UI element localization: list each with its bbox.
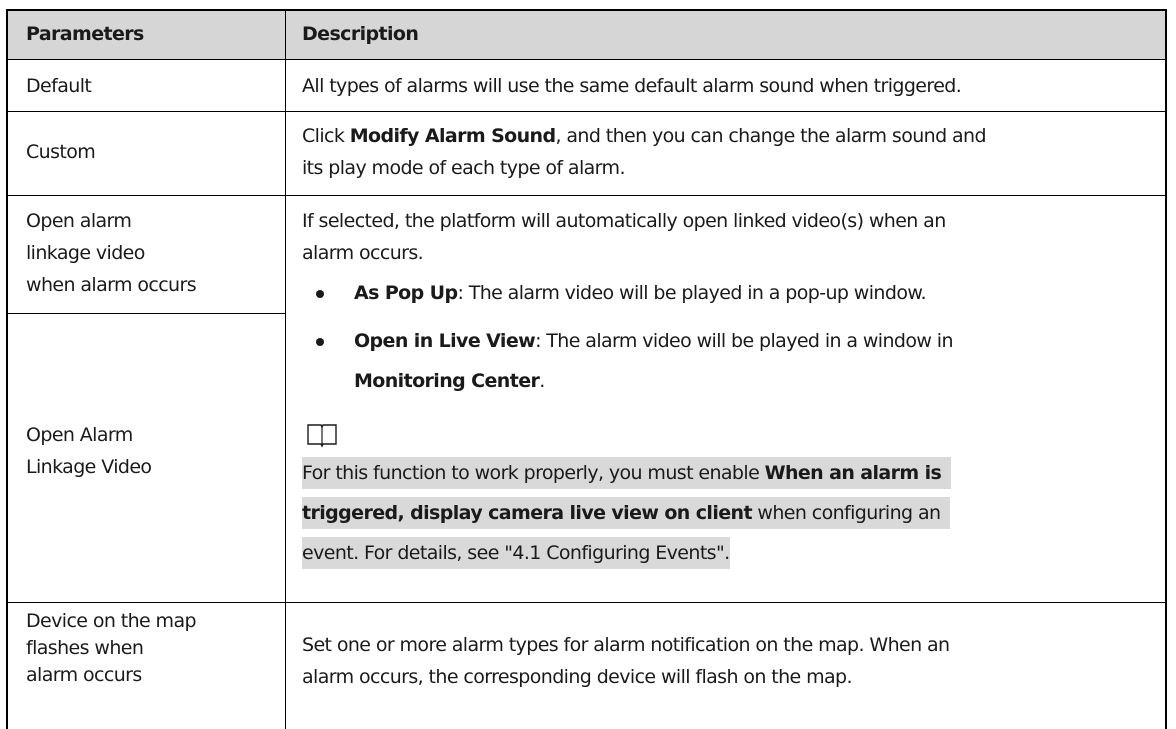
row-divider [6, 59, 1167, 60]
parameters-table: Parameters Description Default All types… [6, 9, 1167, 729]
note-bold: triggered, display camera live view on c… [302, 502, 753, 524]
bullet-open-in-live-view: Open in Live View: The alarm video will … [302, 325, 1157, 397]
row-divider [6, 195, 1167, 196]
param-custom: Custom [26, 141, 96, 163]
desc-custom-line2: its play mode of each type of alarm. [302, 157, 626, 179]
bullet-as-pop-up: As Pop Up: The alarm video will be playe… [302, 277, 1157, 309]
bullet-dot [316, 338, 324, 346]
desc-line: Set one or more alarm types for alarm no… [302, 634, 950, 656]
row-divider [6, 313, 285, 314]
param-line: Open Alarm [26, 424, 133, 446]
bullet-cont-text: . [539, 370, 545, 392]
table-border-top [6, 9, 1167, 11]
param-default: Default [26, 75, 92, 97]
column-divider [285, 9, 286, 729]
param-open-video-when: Open alarm linkage video when alarm occu… [26, 205, 276, 301]
desc-line: alarm occurs, the corresponding device w… [302, 666, 853, 688]
bullet-bold: Open in Live View [354, 330, 536, 352]
bullet-bold: As Pop Up [354, 282, 458, 304]
param-line: when alarm occurs [26, 274, 197, 296]
desc-default: All types of alarms will use the same de… [302, 75, 962, 97]
desc-device-flash: Set one or more alarm types for alarm no… [302, 629, 1157, 693]
desc-line: If selected, the platform will automatic… [302, 210, 946, 232]
note-text: For this function to work properly, you … [302, 462, 765, 484]
note-bold: When an alarm is [764, 462, 942, 484]
note-line-2: triggered, display camera live view on c… [302, 497, 951, 529]
header-parameters: Parameters [26, 23, 144, 45]
param-line: Device on the map [26, 610, 197, 632]
row-divider [6, 602, 1167, 603]
param-open-alarm-linkage: Open Alarm Linkage Video [26, 419, 276, 483]
note-text: when configuring an [751, 502, 941, 524]
note-line-1: For this function to work properly, you … [302, 457, 952, 489]
table-border-right [1165, 9, 1167, 729]
header-description: Description [302, 23, 419, 45]
row-divider [6, 111, 1167, 112]
bullet-rest: : The alarm video will be played in a wi… [535, 330, 953, 352]
desc-open-video: If selected, the platform will automatic… [302, 205, 1157, 595]
bullet-text: As Pop Up: The alarm video will be playe… [354, 277, 927, 309]
bullet-rest: : The alarm video will be played in a po… [457, 282, 926, 304]
param-device-flash: Device on the map flashes when alarm occ… [26, 608, 276, 689]
table-border-left [6, 9, 8, 729]
bullet-continuation: Monitoring Center. [354, 365, 545, 397]
desc-custom-post: , and then you can change the alarm soun… [555, 125, 986, 147]
param-line: Linkage Video [26, 456, 152, 478]
param-line: flashes when [26, 637, 144, 659]
desc-custom: Click Modify Alarm Sound, and then you c… [302, 120, 1157, 184]
bullet-text: Open in Live View: The alarm video will … [354, 325, 954, 357]
desc-custom-pre: Click [302, 125, 350, 147]
param-line: Open alarm [26, 210, 132, 232]
note-text: event. For details, see "4.1 Configuring… [302, 542, 730, 564]
bullet-dot [316, 290, 324, 298]
param-line: linkage video [26, 242, 145, 264]
desc-line: alarm occurs. [302, 242, 424, 264]
book-icon [307, 424, 337, 448]
param-line: alarm occurs [26, 664, 142, 686]
bullet-cont-bold: Monitoring Center [354, 370, 540, 392]
note-line-3: event. For details, see "4.1 Configuring… [302, 537, 730, 569]
desc-custom-bold: Modify Alarm Sound [349, 125, 556, 147]
